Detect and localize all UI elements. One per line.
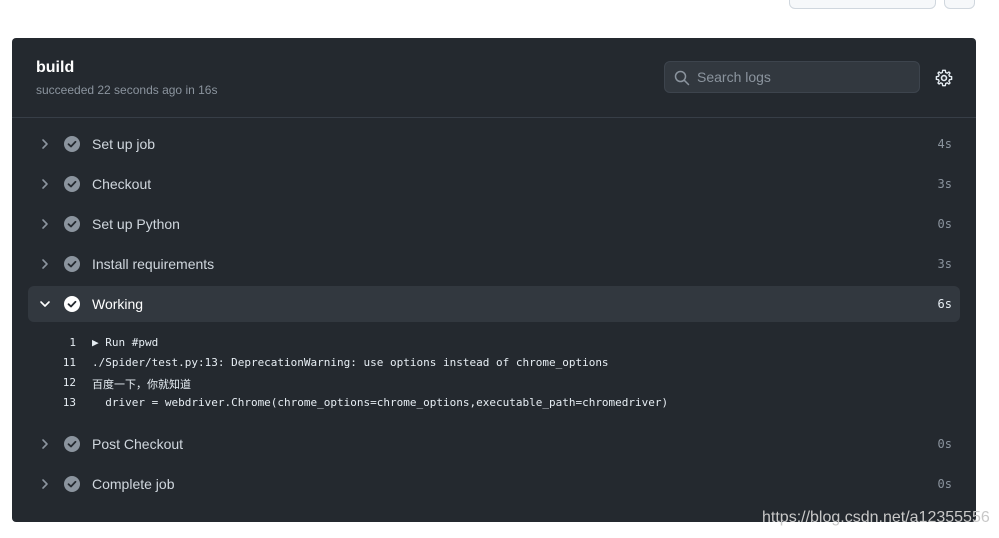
top-menu-button[interactable] xyxy=(944,0,975,9)
chevron-right-icon[interactable] xyxy=(38,177,52,191)
job-log-panel: build succeeded 22 seconds ago in 16s Se… xyxy=(12,38,976,522)
top-dropdown-button[interactable] xyxy=(789,0,936,9)
log-text: driver = webdriver.Chrome(chrome_options… xyxy=(92,396,669,409)
step-name: Post Checkout xyxy=(92,436,184,452)
line-number: 11 xyxy=(62,356,76,369)
step-name: Set up job xyxy=(92,136,156,152)
log-text: ./Spider/test.py:13: DeprecationWarning:… xyxy=(92,356,609,369)
check-circle-icon xyxy=(64,476,80,492)
watermark-text: https://blog.csdn.net/a12355556 xyxy=(762,509,990,526)
step-name: Working xyxy=(92,296,144,312)
chevron-right-icon[interactable] xyxy=(38,437,52,451)
check-circle-icon xyxy=(64,216,80,232)
check-circle-icon xyxy=(64,176,80,192)
step-row-checkout[interactable]: Checkout 3s xyxy=(28,166,960,202)
chevron-right-icon[interactable] xyxy=(38,137,52,151)
step-duration: 3s xyxy=(937,257,952,271)
check-circle-icon xyxy=(64,296,80,312)
log-text[interactable]: ▶ Run #pwd xyxy=(92,336,158,349)
step-row-working[interactable]: Working 6s xyxy=(28,286,960,322)
chevron-right-icon[interactable] xyxy=(38,477,52,491)
search-logs-input[interactable] xyxy=(697,62,912,92)
log-line: 12 百度一下，你就知道 xyxy=(28,373,960,393)
check-circle-icon xyxy=(64,436,80,452)
check-circle-icon xyxy=(64,256,80,272)
step-row-complete-job[interactable]: Complete job 0s xyxy=(28,466,960,502)
step-name: Complete job xyxy=(92,476,175,492)
step-name: Set up Python xyxy=(92,216,180,232)
job-status-text: succeeded 22 seconds ago in 16s xyxy=(36,83,218,97)
step-row-install-requirements[interactable]: Install requirements 3s xyxy=(28,246,960,282)
line-number: 1 xyxy=(69,336,76,349)
step-name: Checkout xyxy=(92,176,152,192)
step-duration: 6s xyxy=(937,297,952,311)
job-title: build xyxy=(36,59,75,76)
step-row-set-up-job[interactable]: Set up job 4s xyxy=(28,126,960,162)
chevron-down-icon[interactable] xyxy=(38,297,52,311)
step-duration: 0s xyxy=(937,217,952,231)
step-row-set-up-python[interactable]: Set up Python 0s xyxy=(28,206,960,242)
search-icon xyxy=(674,70,690,86)
chevron-right-icon[interactable] xyxy=(38,217,52,231)
log-line: 13 driver = webdriver.Chrome(chrome_opti… xyxy=(28,393,960,413)
step-duration: 3s xyxy=(937,177,952,191)
check-circle-icon xyxy=(64,136,80,152)
job-header: build succeeded 22 seconds ago in 16s xyxy=(12,38,976,118)
step-duration: 0s xyxy=(937,437,952,451)
step-name: Install requirements xyxy=(92,256,215,272)
log-line: 1 ▶ Run #pwd xyxy=(28,333,960,353)
log-line: 11 ./Spider/test.py:13: DeprecationWarni… xyxy=(28,353,960,373)
chevron-right-icon[interactable] xyxy=(38,257,52,271)
log-output: 1 ▶ Run #pwd 11 ./Spider/test.py:13: Dep… xyxy=(28,333,960,413)
step-row-post-checkout[interactable]: Post Checkout 0s xyxy=(28,426,960,462)
step-duration: 0s xyxy=(937,477,952,491)
step-duration: 4s xyxy=(937,137,952,151)
line-number: 13 xyxy=(62,396,76,409)
log-text: 百度一下，你就知道 xyxy=(92,378,191,391)
search-logs-field[interactable] xyxy=(664,61,920,93)
line-number: 12 xyxy=(62,376,76,389)
gear-icon[interactable] xyxy=(935,69,953,87)
